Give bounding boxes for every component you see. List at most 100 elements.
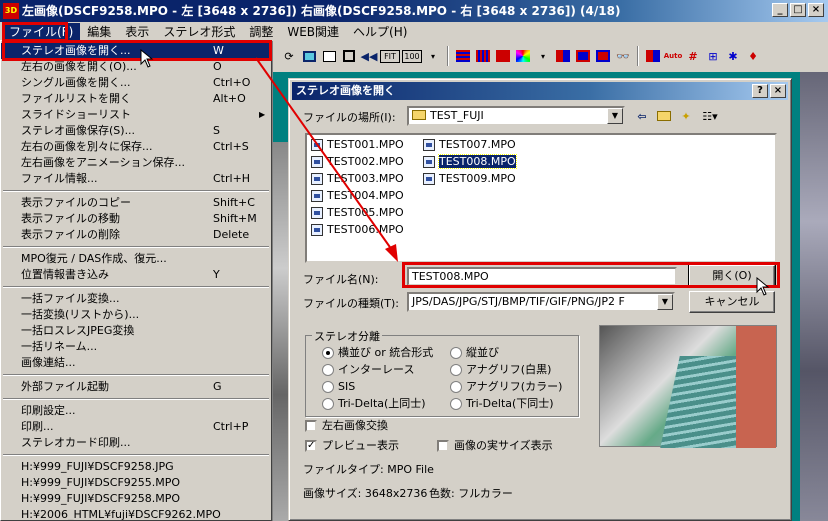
radio-tri-delta-top[interactable]: Tri-Delta(上同士) <box>322 397 426 411</box>
menu-separator <box>1 283 271 291</box>
actual-size-checkbox[interactable]: 画像の実サイズ表示 <box>437 439 553 453</box>
file-item[interactable]: TEST003.MPO <box>309 171 404 187</box>
file-item[interactable]: TEST001.MPO <box>309 137 404 153</box>
menu-batch-convert-list[interactable]: 一括変換(リストから)... <box>1 307 271 323</box>
filetype-select[interactable]: JPS/DAS/JPG/STJ/BMP/TIF/GIF/PNG/JP2 F ▼ <box>407 292 675 312</box>
menu-edit[interactable]: 編集 <box>80 23 118 41</box>
radio-vertical[interactable]: 縦並び <box>450 346 499 360</box>
menu-print-setup[interactable]: 印刷設定... <box>1 403 271 419</box>
file-item[interactable]: TEST002.MPO <box>309 154 404 170</box>
dialog-close-button[interactable]: × <box>770 84 786 98</box>
up-folder-icon[interactable] <box>655 107 673 125</box>
menu-batch-convert[interactable]: 一括ファイル変換... <box>1 291 271 307</box>
menu-help[interactable]: ヘルプ(H) <box>346 23 414 41</box>
menu-recent-file[interactable]: H:¥2006_HTML¥fuji¥DSCF9262.MPO <box>1 507 271 520</box>
look-in-combo[interactable]: TEST_FUJI ▼ <box>407 106 625 126</box>
window-view-icon[interactable] <box>300 47 318 65</box>
new-folder-icon[interactable]: ✦ <box>677 107 695 125</box>
menu-save-separate[interactable]: 左右の画像を別々に保存... Ctrl+S <box>1 139 271 155</box>
snowflake-icon[interactable]: ✱ <box>724 47 742 65</box>
file-item[interactable]: TEST005.MPO <box>309 205 404 221</box>
crosshair-icon[interactable]: ⊞ <box>704 47 722 65</box>
dialog-title: ステレオ画像を開く <box>296 84 395 97</box>
menu-web[interactable]: WEB関連 <box>280 23 346 41</box>
menu-copy-file[interactable]: 表示ファイルのコピー Shift+C <box>1 195 271 211</box>
menu-open-filelist[interactable]: ファイルリストを開く Alt+O <box>1 91 271 107</box>
close-button[interactable]: × <box>808 3 824 17</box>
menu-open-lr[interactable]: 左右の画像を開く(O)... O <box>1 59 271 75</box>
file-item[interactable]: TEST006.MPO <box>309 222 404 238</box>
maximize-button[interactable]: □ <box>790 3 806 17</box>
radio-anaglyph-color[interactable]: アナグリフ(カラー) <box>450 380 562 394</box>
mouse-cursor-icon <box>756 277 770 296</box>
radio-side-by-side[interactable]: 横並び or 統合形式 <box>322 346 433 360</box>
menu-recent-file[interactable]: H:¥999_FUJI¥DSCF9258.JPG <box>1 459 271 475</box>
menu-batch-rename[interactable]: 一括リネーム... <box>1 339 271 355</box>
main-window: 3D 左画像(DSCF9258.MPO - 左 [3648 x 2736]) 右… <box>0 0 828 521</box>
file-item-selected[interactable]: TEST008.MPO <box>421 154 517 170</box>
menu-save-stereo[interactable]: ステレオ画像保存(S)... S <box>1 123 271 139</box>
window-titlebar[interactable]: 3D 左画像(DSCF9258.MPO - 左 [3648 x 2736]) 右… <box>0 0 828 22</box>
mpo-file-icon <box>311 190 323 202</box>
palette-icon[interactable] <box>514 47 532 65</box>
toolbar: ⟳ ◀◀ FIT 100 ▾ ▾ 👓 Auto # ⊞ ✱ ♦ <box>272 42 828 70</box>
menu-external-launch[interactable]: 外部ファイル起動 G <box>1 379 271 395</box>
minimize-button[interactable]: _ <box>772 3 788 17</box>
anaglyph-icon[interactable] <box>494 47 512 65</box>
radio-sis[interactable]: SIS <box>322 380 355 394</box>
menu-batch-lossless-jpeg[interactable]: 一括ロスレスJPEG変換 <box>1 323 271 339</box>
menu-slideshow-list[interactable]: スライドショーリスト ▶ <box>1 107 271 123</box>
zoom-dropdown-icon[interactable]: ▾ <box>424 47 442 65</box>
radio-tri-delta-bottom[interactable]: Tri-Delta(下同士) <box>450 397 554 411</box>
preview-checkbox[interactable]: ✓ プレビュー表示 <box>305 439 399 453</box>
menu-save-animation[interactable]: 左右画像をアニメーション保存... <box>1 155 271 171</box>
file-item[interactable]: TEST009.MPO <box>421 171 516 187</box>
file-item[interactable]: TEST007.MPO <box>421 137 516 153</box>
chevron-down-icon[interactable]: ▼ <box>657 294 673 310</box>
menu-print[interactable]: 印刷... Ctrl+P <box>1 419 271 435</box>
dialog-help-button[interactable]: ? <box>752 84 768 98</box>
menu-stereo-format[interactable]: ステレオ形式 <box>156 23 242 41</box>
frame-icon[interactable] <box>320 47 338 65</box>
menu-file-info[interactable]: ファイル情報... Ctrl+H <box>1 171 271 187</box>
square-icon[interactable] <box>340 47 358 65</box>
menubar: ファイル(F) 編集 表示 ステレオ形式 調整 WEB関連 ヘルプ(H) <box>0 22 828 42</box>
stereo-viewer-icon[interactable]: 👓 <box>614 47 632 65</box>
fit-button[interactable]: FIT <box>380 49 400 63</box>
menu-stereo-card-print[interactable]: ステレオカード印刷... <box>1 435 271 451</box>
file-item[interactable]: TEST004.MPO <box>309 188 404 204</box>
swap-lr-icon[interactable]: ◀◀ <box>360 47 378 65</box>
menu-separator <box>1 451 271 459</box>
file-list: TEST001.MPO TEST002.MPO TEST003.MPO TEST… <box>305 133 777 263</box>
menu-delete-file[interactable]: 表示ファイルの削除 Delete <box>1 227 271 243</box>
grid-icon[interactable]: # <box>684 47 702 65</box>
radio-anaglyph-bw[interactable]: アナグリフ(白黒) <box>450 363 551 377</box>
chevron-down-icon[interactable]: ▼ <box>607 108 623 124</box>
swap-lr-checkbox[interactable]: 左右画像交換 <box>305 419 388 433</box>
menu-write-location[interactable]: 位置情報書き込み Y <box>1 267 271 283</box>
menu-view[interactable]: 表示 <box>118 23 156 41</box>
menu-mpo-restore[interactable]: MPO復元 / DAS作成、復元... <box>1 251 271 267</box>
zoom-100-button[interactable]: 100 <box>402 49 422 63</box>
overlay-icon[interactable] <box>574 47 592 65</box>
dialog-titlebar[interactable]: ステレオ画像を開く ? × <box>292 82 788 100</box>
rotate-icon[interactable]: ⟳ <box>280 47 298 65</box>
menu-recent-file[interactable]: H:¥999_FUJI¥DSCF9255.MPO <box>1 475 271 491</box>
lr-split-icon[interactable] <box>644 47 662 65</box>
back-icon[interactable]: ⇦ <box>633 107 651 125</box>
menu-recent-file[interactable]: H:¥999_FUJI¥DSCF9258.MPO <box>1 491 271 507</box>
menu-image-concat[interactable]: 画像連結... <box>1 355 271 371</box>
menu-open-single[interactable]: シングル画像を開く... Ctrl+O <box>1 75 271 91</box>
pin-icon[interactable]: ♦ <box>744 47 762 65</box>
mirror-icon[interactable] <box>594 47 612 65</box>
auto-adjust-icon[interactable]: Auto <box>664 47 683 65</box>
view-menu-icon[interactable]: ☷▾ <box>701 107 719 125</box>
split-screen-icon[interactable] <box>554 47 572 65</box>
menu-move-file[interactable]: 表示ファイルの移動 Shift+M <box>1 211 271 227</box>
look-in-label: ファイルの場所(I): <box>303 111 396 124</box>
palette-dropdown-icon[interactable]: ▾ <box>534 47 552 65</box>
interlace-icon[interactable] <box>474 47 492 65</box>
side-by-side-icon[interactable] <box>454 47 472 65</box>
menu-adjust[interactable]: 調整 <box>242 23 280 41</box>
radio-interlace[interactable]: インターレース <box>322 363 414 377</box>
